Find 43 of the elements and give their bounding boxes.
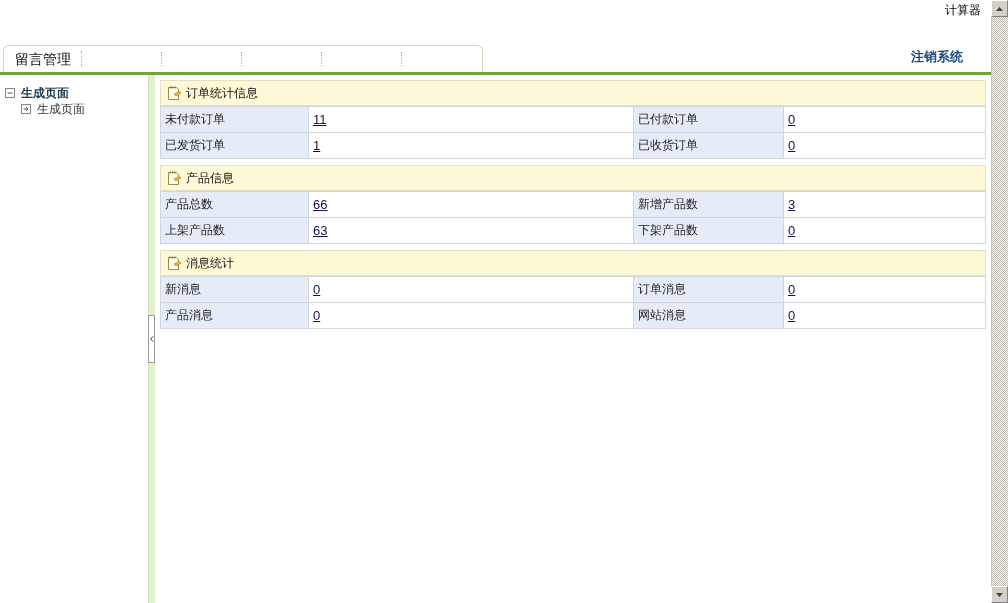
tree-item[interactable]: 生成页面 bbox=[37, 100, 85, 118]
section-title: 订单统计信息 bbox=[186, 84, 258, 102]
stat-label: 已发货订单 bbox=[160, 132, 309, 159]
section-title: 产品信息 bbox=[186, 169, 234, 187]
stat-value-link[interactable]: 0 bbox=[788, 223, 796, 238]
notepad-icon bbox=[166, 170, 182, 186]
stat-value-link[interactable]: 0 bbox=[788, 138, 796, 153]
page-arrow-icon[interactable] bbox=[21, 104, 31, 114]
nav-tab[interactable]: 留言管理 bbox=[4, 51, 82, 67]
down-arrow-icon bbox=[996, 592, 1003, 597]
collapse-icon[interactable] bbox=[5, 88, 15, 98]
stat-label: 已付款订单 bbox=[633, 106, 784, 133]
stat-label: 订单消息 bbox=[633, 276, 784, 303]
stat-label: 新增产品数 bbox=[633, 191, 784, 218]
stat-value-link[interactable]: 3 bbox=[788, 197, 796, 212]
stat-label: 下架产品数 bbox=[633, 217, 784, 244]
stat-label: 上架产品数 bbox=[160, 217, 309, 244]
stat-label: 产品消息 bbox=[160, 302, 309, 329]
stat-label: 已收货订单 bbox=[633, 132, 784, 159]
stat-value-link[interactable]: 0 bbox=[313, 282, 321, 297]
section-title: 消息统计 bbox=[186, 254, 234, 272]
stat-value-link[interactable]: 63 bbox=[313, 223, 328, 238]
scroll-up-button[interactable] bbox=[991, 0, 1008, 17]
stat-value-link[interactable]: 0 bbox=[313, 308, 321, 323]
stat-value-link[interactable]: 0 bbox=[788, 282, 796, 297]
stat-value-link[interactable]: 0 bbox=[788, 308, 796, 323]
up-arrow-icon bbox=[996, 6, 1003, 11]
stat-label: 新消息 bbox=[160, 276, 309, 303]
stat-value-link[interactable]: 66 bbox=[313, 197, 328, 212]
scroll-down-button[interactable] bbox=[991, 586, 1008, 603]
calculator-link[interactable]: 计算器 bbox=[945, 2, 981, 19]
stat-label: 未付款订单 bbox=[160, 106, 309, 133]
logout-link[interactable]: 注销系统 bbox=[911, 48, 963, 66]
notepad-icon bbox=[166, 255, 182, 271]
stat-value-link[interactable]: 11 bbox=[313, 112, 327, 127]
stat-value-link[interactable]: 0 bbox=[788, 112, 796, 127]
tree-item[interactable]: 生成页面 bbox=[21, 84, 69, 102]
stat-label: 产品总数 bbox=[160, 191, 309, 218]
collapse-handle[interactable] bbox=[148, 315, 155, 363]
notepad-icon bbox=[166, 85, 182, 101]
stat-value-link[interactable]: 1 bbox=[313, 138, 321, 153]
chevron-left-icon bbox=[149, 336, 154, 342]
stat-label: 网站消息 bbox=[633, 302, 784, 329]
